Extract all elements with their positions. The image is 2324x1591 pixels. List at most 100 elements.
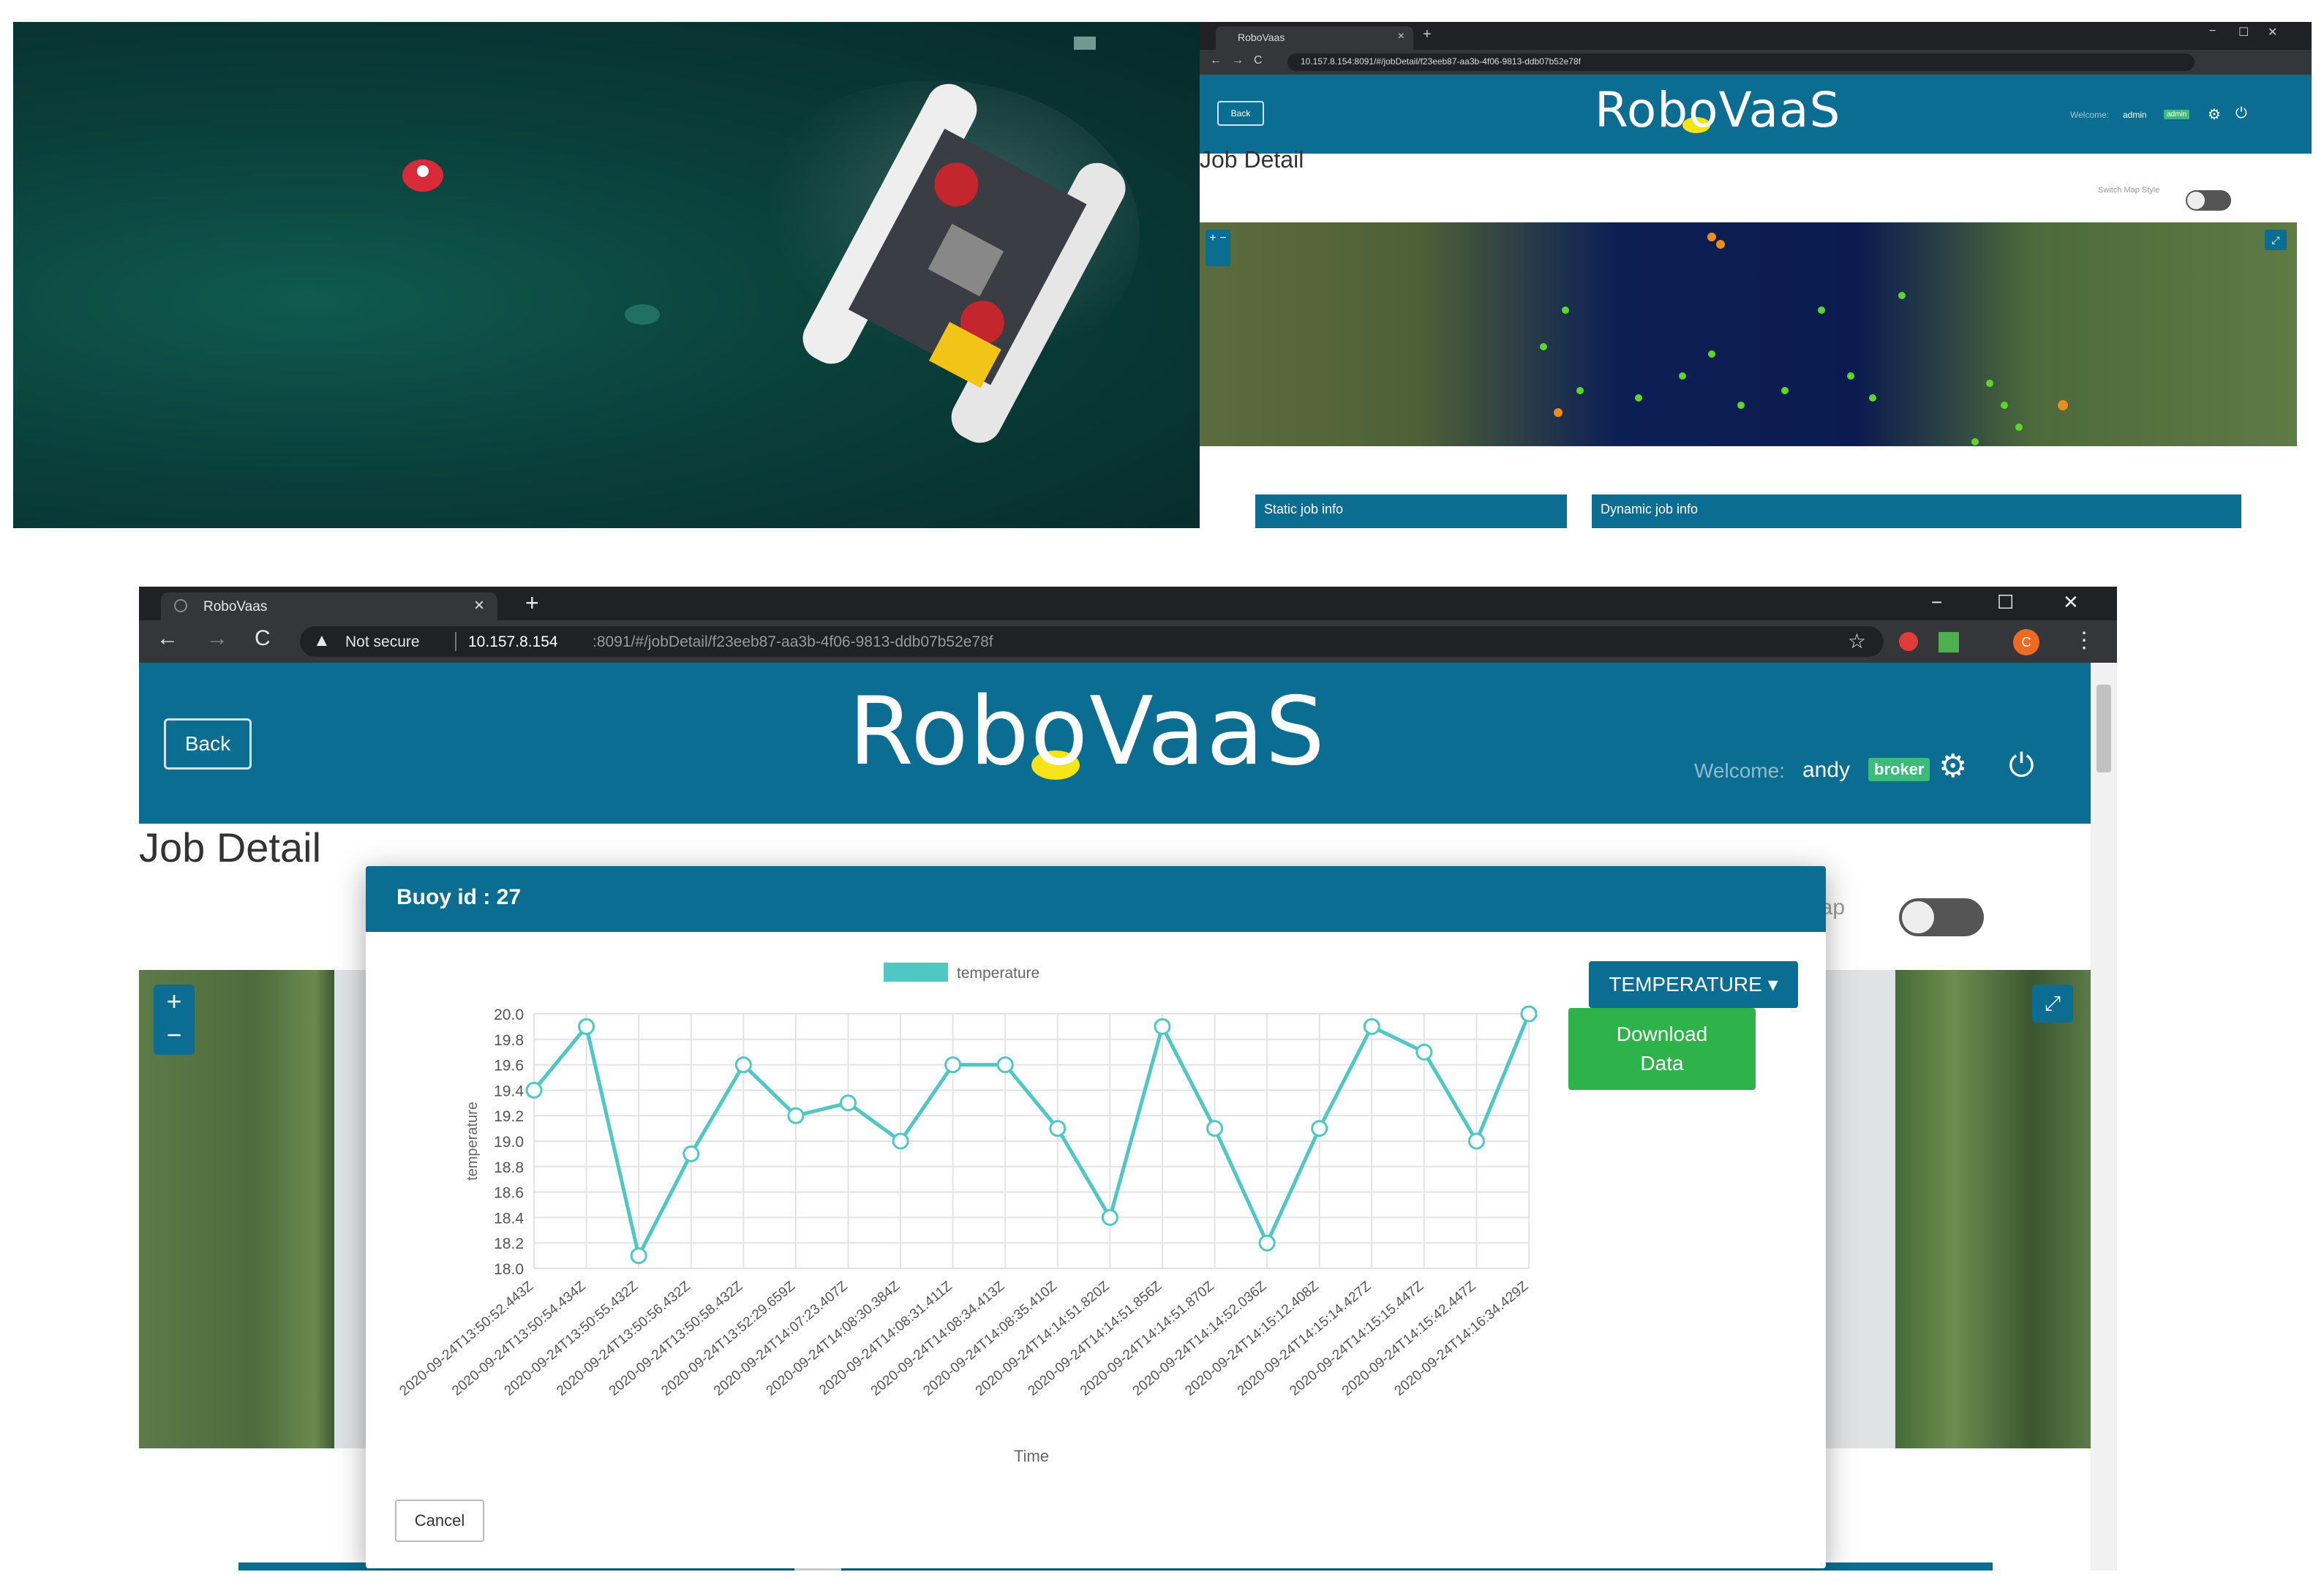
zoom-out-button[interactable]: −	[154, 1018, 195, 1052]
aerial-photo	[13, 22, 1200, 528]
caret-down-icon: ▾	[1767, 973, 1778, 996]
back-arrow-icon[interactable]: ←	[1210, 54, 1222, 67]
extension-icon[interactable]	[1899, 632, 1918, 651]
forward-arrow-icon[interactable]: →	[206, 626, 228, 651]
data-point	[996, 1056, 1014, 1074]
url-host: 10.157.8.154	[468, 633, 558, 650]
new-tab-icon[interactable]: +	[525, 590, 539, 617]
buoy-modal: Buoy id : 27 18.0 18.2 18.4 18.6 18.8 19.0 19.…	[366, 866, 1826, 1568]
legend-label: temperature	[957, 965, 1039, 982]
data-point	[1206, 1120, 1224, 1137]
gear-icon[interactable]: ⚙	[1938, 748, 1967, 785]
small-role-badge: admin	[2164, 110, 2190, 119]
small-zoom-control[interactable]: + −	[1206, 230, 1230, 266]
role-badge: broker	[1868, 758, 1930, 781]
window-close-icon[interactable]: ✕	[2268, 25, 2277, 40]
temperature-chart: 18.0 18.2 18.4 18.6 18.8 19.0 19.2 19.4 19.6 19.8…	[396, 963, 1538, 1465]
app-logo: RoboVaaS	[849, 677, 1326, 786]
back-button[interactable]: Back	[164, 718, 252, 770]
main-browser-window: RoboVaas × + − ☐ ✕ ← → C ▲ Not secure 10…	[139, 587, 2117, 1571]
url-separator	[455, 632, 456, 651]
maximize-icon[interactable]: ☐	[1997, 591, 2014, 614]
legend-swatch	[884, 963, 948, 982]
aerial-illustration	[402, 37, 1126, 443]
reload-icon[interactable]: C	[255, 626, 271, 651]
new-tab-icon[interactable]: +	[1423, 26, 1432, 43]
data-point	[1049, 1120, 1067, 1137]
map-markers	[1540, 233, 2068, 445]
data-point	[944, 1056, 962, 1074]
extension-icon[interactable]	[1938, 632, 1959, 652]
small-url-field[interactable]: 10.157.8.154:8091/#/jobDetail/f23eeb87-a…	[1287, 53, 2195, 71]
small-map-style-toggle[interactable]	[2186, 190, 2231, 211]
page-viewport: Back RoboVaaS Welcome: andy broker ⚙ ⏻ J…	[139, 663, 2091, 1571]
expand-icon[interactable]: ⤢	[2265, 230, 2287, 250]
gear-icon[interactable]: ⚙	[2208, 105, 2221, 124]
dynamic-job-info-header[interactable]: Dynamic job info	[1592, 494, 2241, 528]
data-point	[1467, 1132, 1485, 1150]
small-map[interactable]: + − ⤢	[1200, 222, 2297, 446]
download-label-line1: Download	[1616, 1023, 1708, 1045]
map-style-toggle[interactable]	[1899, 898, 1984, 936]
url-field[interactable]: ▲ Not secure 10.157.8.154 :8091/#/jobDet…	[300, 626, 1884, 657]
profile-avatar[interactable]: C	[2013, 629, 2039, 655]
static-job-info-header[interactable]: Static job info	[1255, 494, 1567, 528]
tab-strip: RoboVaas × + − ☐ ✕	[139, 587, 2117, 620]
y-tick-label: 20.0	[494, 1007, 524, 1023]
y-tick-label: 18.2	[494, 1235, 524, 1252]
data-point	[1311, 1120, 1328, 1137]
reload-icon[interactable]: C	[1254, 54, 1263, 67]
zoom-control[interactable]: + −	[154, 985, 195, 1055]
small-switch-label: Switch Map Style	[2098, 186, 2160, 195]
y-tick-label: 18.8	[494, 1159, 524, 1176]
security-warning[interactable]: Not secure	[345, 633, 420, 651]
expand-icon[interactable]: ⤢	[2032, 985, 2073, 1023]
data-point	[1258, 1234, 1276, 1252]
small-back-button[interactable]: Back	[1217, 101, 1264, 126]
sensor-dropdown[interactable]: TEMPERATURE ▾	[1589, 961, 1798, 1008]
back-arrow-icon[interactable]: ←	[157, 626, 178, 651]
minimize-icon[interactable]: −	[1931, 591, 1942, 614]
data-point	[630, 1247, 647, 1265]
data-point	[734, 1056, 752, 1074]
data-point	[1363, 1018, 1380, 1035]
minimize-icon[interactable]: −	[2209, 25, 2216, 38]
window-close-icon[interactable]: ✕	[2063, 591, 2079, 614]
small-tab-strip: RoboVaas × + − ☐ ✕	[1200, 22, 2312, 50]
welcome-label: Welcome:	[1694, 759, 1785, 782]
close-icon[interactable]: ×	[1398, 30, 1404, 43]
y-tick-label: 18.4	[494, 1210, 524, 1227]
browser-tab[interactable]: RoboVaas ×	[161, 593, 497, 620]
globe-icon	[174, 599, 187, 612]
zoom-in-button[interactable]: +	[154, 985, 195, 1018]
address-bar: ← → C ▲ Not secure 10.157.8.154 :8091/#/…	[139, 620, 2117, 663]
download-data-button[interactable]: Download Data	[1568, 1008, 1756, 1090]
warning-icon: ▲	[313, 631, 331, 650]
maximize-icon[interactable]: ☐	[2238, 25, 2249, 40]
data-point	[892, 1132, 909, 1150]
small-browser-window: RoboVaas × + − ☐ ✕ ← → C 10.157.8.154:80…	[1200, 22, 2312, 528]
sensor-dropdown-label: TEMPERATURE	[1609, 973, 1762, 996]
data-point	[839, 1094, 857, 1112]
small-tab-label: RoboVaas	[1238, 31, 1285, 43]
data-point	[682, 1145, 700, 1162]
power-icon[interactable]: ⏻	[2009, 748, 2034, 784]
small-logo: RoboVaaS	[1595, 82, 1841, 138]
data-point	[1520, 1005, 1538, 1023]
data-point	[1415, 1043, 1433, 1061]
small-username: admin	[2123, 110, 2147, 120]
power-icon[interactable]: ⏻	[2235, 105, 2247, 122]
star-icon[interactable]: ☆	[1848, 629, 1866, 653]
cancel-button[interactable]: Cancel	[395, 1500, 484, 1542]
y-tick-label: 19.0	[494, 1134, 524, 1151]
small-tab[interactable]: RoboVaas ×	[1216, 26, 1413, 50]
kebab-menu-icon[interactable]: ⋮	[2073, 628, 2095, 653]
scrollbar[interactable]	[2091, 663, 2117, 1571]
y-tick-label: 18.0	[494, 1261, 524, 1278]
catamaran-drone	[802, 83, 1126, 443]
forward-arrow-icon[interactable]: →	[1232, 54, 1244, 67]
temperature-line	[533, 1013, 1531, 1261]
scrollbar-thumb[interactable]	[2097, 685, 2111, 772]
tab-label: RoboVaas	[203, 599, 268, 614]
tab-close-icon[interactable]: ×	[474, 595, 484, 616]
